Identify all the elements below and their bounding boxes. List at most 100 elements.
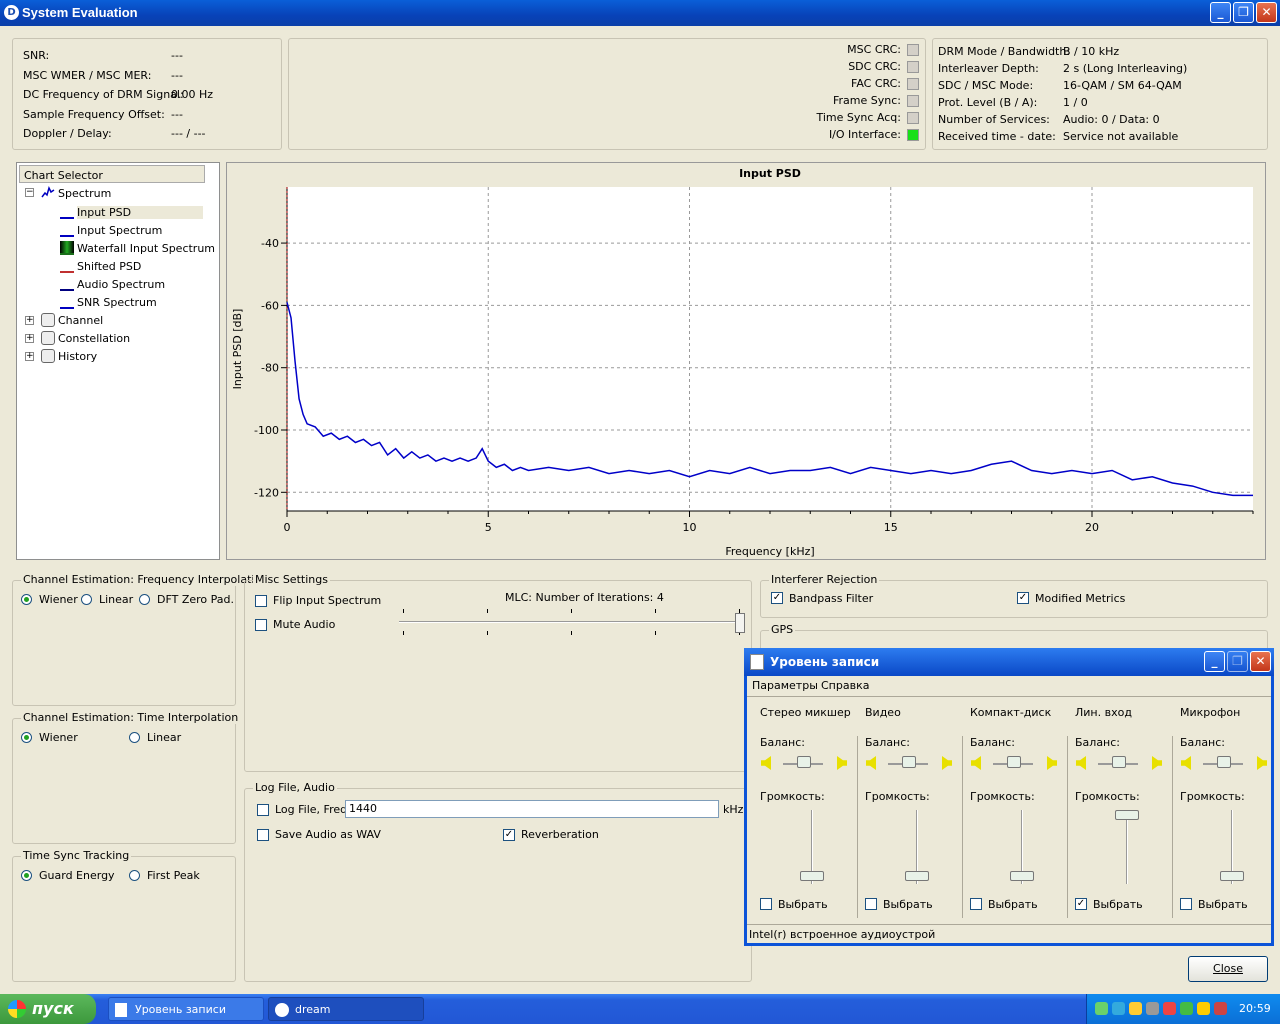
mute-audio-checkbox[interactable] [255, 619, 267, 631]
chart-type-icon [60, 295, 74, 309]
folder-icon [41, 331, 55, 345]
y-axis-label: Input PSD [dB] [231, 309, 244, 390]
balance-thumb[interactable] [1007, 756, 1021, 768]
select-checkbox[interactable]: ✓ [1075, 898, 1087, 910]
window-titlebar[interactable]: D System Evaluation _ ❐ ✕ [0, 0, 1280, 26]
log-file-title: Log File, Audio [253, 781, 337, 794]
chart-selector-header[interactable]: Chart Selector [19, 165, 205, 183]
task-recording-level[interactable]: Уровень записи [108, 997, 264, 1021]
balance-thumb[interactable] [902, 756, 916, 768]
task-dream[interactable]: dream [268, 997, 424, 1021]
mixer-maximize-button[interactable]: ❐ [1227, 651, 1248, 672]
radio-linear-freq[interactable] [81, 594, 92, 605]
speaker-right-icon [1257, 756, 1267, 770]
y-tick-label: -120 [254, 486, 279, 499]
sync-icon[interactable] [1180, 1002, 1193, 1015]
speaker-icon[interactable] [1146, 1002, 1159, 1015]
speaker-right-icon [837, 756, 847, 770]
tree-item-collapsed[interactable]: Constellation [58, 332, 130, 345]
tree-item-0[interactable]: Input PSD [77, 206, 203, 219]
tree-item-collapsed[interactable]: Channel [58, 314, 103, 327]
expand-icon[interactable]: + [25, 334, 34, 343]
volume-thumb[interactable] [800, 871, 824, 882]
start-label: пуск [32, 999, 74, 1018]
select-checkbox[interactable] [865, 898, 877, 910]
radio-wiener-freq[interactable] [21, 594, 32, 605]
info-panel: DRM Mode / Bandwidth: B / 10 kHz Interleav… [932, 38, 1268, 150]
windows-logo-icon [8, 1000, 26, 1018]
status-value: --- [171, 107, 183, 121]
mixer-channel-name: Стерео микшер [760, 706, 851, 719]
balance-thumb[interactable] [797, 756, 811, 768]
log-freq-input[interactable]: 1440 [345, 800, 719, 818]
tree-item-2[interactable]: Waterfall Input Spectrum [77, 242, 215, 255]
radio-guard-energy[interactable] [21, 870, 32, 881]
expand-icon[interactable]: + [25, 316, 34, 325]
select-checkbox[interactable] [1180, 898, 1192, 910]
mlc-iterations-label: MLC: Number of Iterations: 4 [505, 591, 664, 604]
maximize-button[interactable]: ❐ [1233, 2, 1254, 23]
chart-area[interactable]: Input PSD 0 5 10 15 20 -40 -60 -80 -100 -120 Freque… [226, 162, 1266, 560]
log-file-checkbox[interactable] [257, 804, 269, 816]
network-icon[interactable] [1095, 1002, 1108, 1015]
clock[interactable]: 20:59 [1239, 1002, 1271, 1015]
balance-thumb[interactable] [1112, 756, 1126, 768]
status-panel: SNR: --- MSC WMER / MSC MER: --- DC Frequenc… [12, 38, 282, 150]
modified-metrics-checkbox[interactable]: ✓ [1017, 592, 1029, 604]
tree-item-4[interactable]: Audio Spectrum [77, 278, 165, 291]
update-icon[interactable] [1112, 1002, 1125, 1015]
shield-icon[interactable] [1129, 1002, 1142, 1015]
tree-item-spectrum[interactable]: Spectrum [58, 187, 111, 200]
chart-selector-tree[interactable]: Chart Selector − Spectrum Input PSD Input… [16, 162, 220, 560]
crc-label: FAC CRC: [851, 77, 901, 90]
minimize-button[interactable]: _ [1210, 2, 1231, 23]
info-label: SDC / MSC Mode: [938, 79, 1034, 92]
antivirus-icon[interactable] [1163, 1002, 1176, 1015]
status-value: --- [171, 49, 183, 62]
recording-level-window[interactable]: Уровень записи _ ❐ ✕ Параметры Справка С… [744, 648, 1274, 946]
tree-item-5[interactable]: SNR Spectrum [77, 296, 157, 309]
flip-input-checkbox[interactable] [255, 595, 267, 607]
menu-parameters[interactable]: Параметры [752, 679, 818, 692]
mixer-titlebar[interactable]: Уровень записи _ ❐ ✕ [744, 648, 1274, 676]
mlc-slider-track[interactable] [399, 621, 745, 623]
expand-icon[interactable]: + [25, 352, 34, 361]
chart-type-icon [60, 277, 74, 291]
save-wav-checkbox[interactable] [257, 829, 269, 841]
status-label: SNR: [23, 49, 50, 62]
warning-icon[interactable] [1197, 1002, 1210, 1015]
volume-thumb[interactable] [1220, 871, 1244, 882]
start-button[interactable]: пуск [0, 994, 96, 1024]
mixer-channel-name: Лин. вход [1075, 706, 1132, 719]
bandpass-checkbox[interactable]: ✓ [771, 592, 783, 604]
tree-item-1[interactable]: Input Spectrum [77, 224, 162, 237]
volume-thumb[interactable] [905, 871, 929, 882]
menu-help[interactable]: Справка [821, 679, 869, 692]
close-button[interactable]: Close [1188, 956, 1268, 982]
mixer-minimize-button[interactable]: _ [1204, 651, 1225, 672]
mlc-slider-thumb[interactable] [735, 613, 745, 633]
close-window-button[interactable]: ✕ [1256, 2, 1277, 23]
volume-thumb[interactable] [1115, 810, 1139, 820]
status-led-icon [907, 95, 919, 107]
select-checkbox[interactable] [760, 898, 772, 910]
status-led-icon [907, 129, 919, 141]
security-icon[interactable] [1214, 1002, 1227, 1015]
volume-track[interactable] [1126, 810, 1128, 884]
mixer-close-button[interactable]: ✕ [1250, 651, 1271, 672]
speaker-left-icon [761, 756, 771, 770]
radio-first-peak[interactable] [129, 870, 140, 881]
collapse-icon[interactable]: − [25, 188, 34, 197]
radio-dft-zero-pad[interactable] [139, 594, 150, 605]
select-label: Выбрать [1198, 898, 1248, 911]
radio-wiener-time[interactable] [21, 732, 32, 743]
volume-thumb[interactable] [1010, 871, 1034, 882]
radio-linear-time[interactable] [129, 732, 140, 743]
reverberation-checkbox[interactable]: ✓ [503, 829, 515, 841]
balance-thumb[interactable] [1217, 756, 1231, 768]
chart-type-icon [60, 259, 74, 273]
tree-item-3[interactable]: Shifted PSD [77, 260, 141, 273]
tree-item-collapsed[interactable]: History [58, 350, 97, 363]
input-psd-chart[interactable]: Input PSD 0 5 10 15 20 -40 -60 -80 -100 -120 Freque… [227, 163, 1265, 559]
select-checkbox[interactable] [970, 898, 982, 910]
